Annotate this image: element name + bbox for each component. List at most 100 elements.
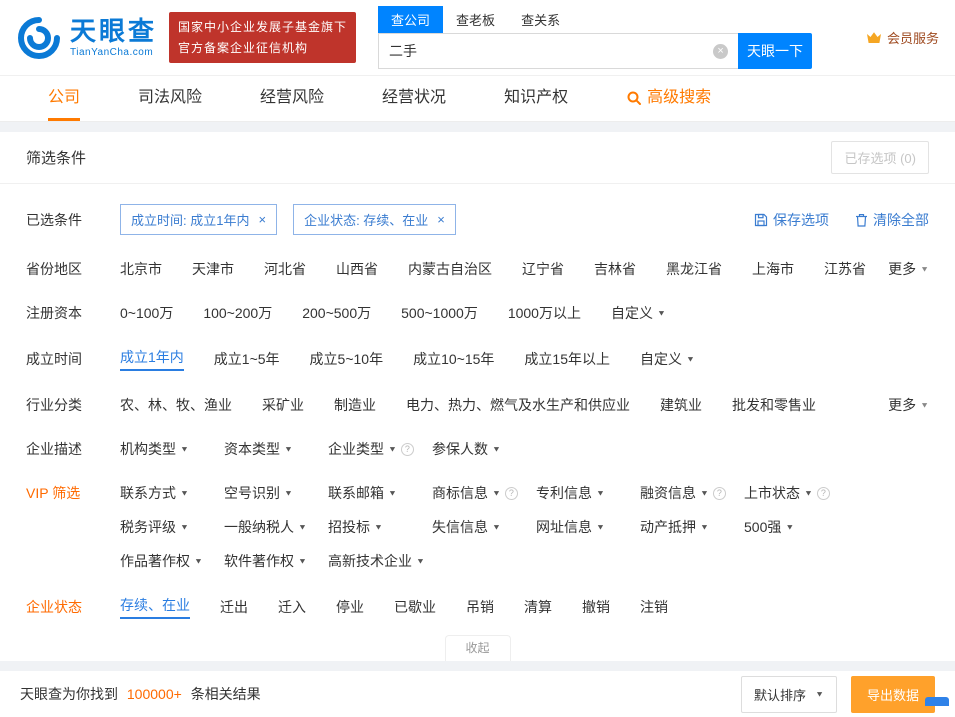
- chevron-down-icon: ▼: [492, 523, 501, 532]
- saved-options-button[interactable]: 已存选项 (0): [831, 141, 929, 174]
- results-count: 100000+: [127, 686, 182, 702]
- filter-option[interactable]: 采矿业: [262, 395, 304, 415]
- more-link[interactable]: 更多 ▼: [876, 259, 929, 279]
- filter-option[interactable]: 动产抵押▼: [640, 517, 744, 537]
- filter-row-description: 企业描述 机构类型▼资本类型▼企业类型▼?参保人数▼: [26, 427, 929, 471]
- filter-option-label: 1000万以上: [508, 303, 581, 323]
- filter-option[interactable]: 失信信息▼: [432, 517, 536, 537]
- filter-option[interactable]: 资本类型▼: [224, 439, 328, 459]
- filter-option[interactable]: 江苏省: [824, 259, 866, 279]
- filter-option[interactable]: 商标信息▼?: [432, 483, 536, 503]
- selected-filter-tag[interactable]: 企业状态: 存续、在业 ×: [293, 204, 456, 235]
- filter-option[interactable]: 一般纳税人▼: [224, 517, 328, 537]
- filter-option[interactable]: 辽宁省: [522, 259, 564, 279]
- filter-option[interactable]: 批发和零售业: [732, 395, 816, 415]
- nav-intellectual-property[interactable]: 知识产权: [504, 78, 568, 121]
- selected-filter-tag[interactable]: 成立时间: 成立1年内 ×: [120, 204, 277, 235]
- filter-option[interactable]: 上海市: [752, 259, 794, 279]
- search-input[interactable]: [389, 43, 713, 59]
- filter-option[interactable]: 注销: [640, 597, 668, 617]
- filter-option[interactable]: 成立1~5年: [214, 349, 280, 369]
- filter-option[interactable]: 招投标▼: [328, 517, 432, 537]
- filter-option[interactable]: 停业: [336, 597, 364, 617]
- advanced-search[interactable]: 高级搜索: [626, 78, 711, 121]
- tab-search-boss[interactable]: 查老板: [443, 6, 508, 33]
- filter-option[interactable]: 建筑业: [660, 395, 702, 415]
- filter-option[interactable]: 作品著作权▼: [120, 551, 224, 571]
- filter-option[interactable]: 存续、在业: [120, 595, 190, 619]
- filter-option[interactable]: 500~1000万: [401, 303, 478, 323]
- filter-option-label: 采矿业: [262, 395, 304, 415]
- clear-all-link[interactable]: 清除全部: [855, 210, 929, 230]
- filter-option[interactable]: 黑龙江省: [666, 259, 722, 279]
- nav-judicial-risk[interactable]: 司法风险: [138, 78, 202, 121]
- export-button[interactable]: 导出数据: [851, 676, 935, 713]
- filter-options: 农、林、牧、渔业 采矿业 制造业 电力、热力、燃气及水生产和供应业 建筑业 批发和零售业: [120, 395, 876, 415]
- close-icon[interactable]: ×: [437, 212, 445, 227]
- info-icon: ?: [713, 487, 726, 500]
- tab-search-relation[interactable]: 查关系: [508, 6, 573, 33]
- filter-option[interactable]: 已歇业: [394, 597, 436, 617]
- filter-row-label: 成立时间: [26, 349, 120, 369]
- filter-option[interactable]: 高新技术企业▼: [328, 551, 432, 571]
- filter-option[interactable]: 撤销: [582, 597, 610, 617]
- filter-option[interactable]: 500强▼: [744, 517, 848, 537]
- filter-option[interactable]: 成立10~15年: [413, 349, 494, 369]
- filter-option[interactable]: 吉林省: [594, 259, 636, 279]
- save-options-link[interactable]: 保存选项: [754, 210, 829, 230]
- clear-icon[interactable]: ×: [713, 44, 728, 59]
- filter-option[interactable]: 100~200万: [203, 303, 272, 323]
- filter-option[interactable]: 电力、热力、燃气及水生产和供应业: [406, 395, 630, 415]
- collapse-button[interactable]: 收起: [445, 635, 511, 661]
- filter-option[interactable]: 联系方式▼: [120, 483, 224, 503]
- filter-option[interactable]: 专利信息▼: [536, 483, 640, 503]
- filter-option[interactable]: 税务评级▼: [120, 517, 224, 537]
- member-service[interactable]: 会员服务: [866, 28, 939, 47]
- filter-option[interactable]: 空号识别▼: [224, 483, 328, 503]
- tab-search-company[interactable]: 查公司: [378, 6, 443, 33]
- chevron-down-icon: ▼: [657, 309, 666, 318]
- logo[interactable]: 天眼查 TianYanCha.com: [16, 15, 157, 61]
- nav-operation-status[interactable]: 经营状况: [382, 78, 446, 121]
- filter-option[interactable]: 软件著作权▼: [224, 551, 328, 571]
- filter-option[interactable]: 联系邮箱▼: [328, 483, 432, 503]
- filter-option[interactable]: 北京市: [120, 259, 162, 279]
- more-label: 更多: [888, 395, 916, 415]
- filter-option[interactable]: 成立1年内: [120, 347, 184, 371]
- filter-option[interactable]: 参保人数▼: [432, 439, 536, 459]
- filter-option[interactable]: 上市状态▼?: [744, 483, 848, 503]
- sort-dropdown[interactable]: 默认排序 ▼: [741, 676, 837, 713]
- filter-option[interactable]: 清算: [524, 597, 552, 617]
- nav-operation-risk[interactable]: 经营风险: [260, 78, 324, 121]
- filter-option[interactable]: 0~100万: [120, 303, 173, 323]
- filter-option[interactable]: 迁入: [278, 597, 306, 617]
- filter-option[interactable]: 吊销: [466, 597, 494, 617]
- nav-company[interactable]: 公司: [48, 78, 80, 121]
- filter-option[interactable]: 企业类型▼?: [328, 439, 432, 459]
- filter-option[interactable]: 山西省: [336, 259, 378, 279]
- selected-actions: 保存选项 清除全部: [754, 210, 929, 230]
- filter-option[interactable]: 机构类型▼: [120, 439, 224, 459]
- filter-option-label: 迁入: [278, 597, 306, 617]
- filter-option[interactable]: 河北省: [264, 259, 306, 279]
- filter-option[interactable]: 自定义▼: [640, 349, 695, 369]
- filter-option[interactable]: 成立15年以上: [524, 349, 610, 369]
- filter-option-label: 税务评级: [120, 517, 176, 537]
- filter-option[interactable]: 内蒙古自治区: [408, 259, 492, 279]
- filter-option[interactable]: 成立5~10年: [310, 349, 384, 369]
- floating-widget-fragment[interactable]: [925, 697, 949, 706]
- filter-option[interactable]: 1000万以上: [508, 303, 581, 323]
- more-link[interactable]: 更多 ▼: [876, 395, 929, 415]
- filter-option[interactable]: 农、林、牧、渔业: [120, 395, 232, 415]
- filter-row-label: 注册资本: [26, 303, 120, 323]
- filter-option[interactable]: 融资信息▼?: [640, 483, 744, 503]
- filter-option[interactable]: 自定义▼: [611, 303, 666, 323]
- filter-option[interactable]: 200~500万: [302, 303, 371, 323]
- chevron-down-icon: ▼: [920, 265, 929, 274]
- filter-option[interactable]: 制造业: [334, 395, 376, 415]
- search-button[interactable]: 天眼一下: [738, 33, 812, 69]
- filter-option[interactable]: 迁出: [220, 597, 248, 617]
- filter-option[interactable]: 天津市: [192, 259, 234, 279]
- filter-option[interactable]: 网址信息▼: [536, 517, 640, 537]
- close-icon[interactable]: ×: [258, 212, 266, 227]
